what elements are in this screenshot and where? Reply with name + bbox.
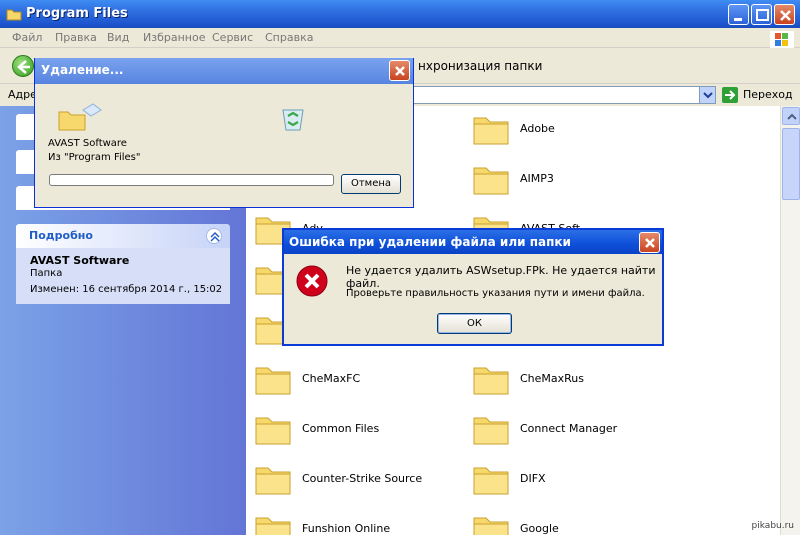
go-arrow-icon[interactable] [722,87,738,103]
back-arrow-icon[interactable] [12,55,34,77]
details-title: Подробно [29,229,93,242]
folder-name: CheMaxFC [302,372,361,385]
close-icon[interactable] [389,60,410,81]
delete-dialog-titlebar[interactable]: Удаление... [35,58,413,84]
menu-bar: Файл Правка Вид Избранное Сервис Справка [0,28,800,50]
folder-icon [254,410,292,446]
cancel-button[interactable]: Отмена [341,174,401,194]
folder-name: Google [520,522,559,535]
folder-icon [254,510,292,535]
scroll-up-icon[interactable] [782,107,800,125]
details-item-modified: Изменен: 16 сентября 2014 г., 15:02 [30,284,223,295]
menu-edit[interactable]: Правка [55,31,97,44]
error-message: Не удается удалить ASWsetup.FPk. Не удае… [346,264,656,290]
error-dialog-titlebar[interactable]: Ошибка при удалении файла или папки [284,230,662,254]
folder-name: Adobe [520,122,555,135]
folder-icon [472,510,510,535]
folder-sync-button[interactable]: нхронизация папки [418,59,542,73]
folder-name: Connect Manager [520,422,618,435]
folder-icon [472,410,510,446]
error-hint: Проверьте правильность указания пути и и… [346,288,645,299]
maximize-button[interactable] [751,4,772,25]
delete-progress-bar [49,174,334,186]
folder-icon [254,360,292,396]
chevron-down-icon[interactable] [699,87,715,103]
folder-name: Common Files [302,422,380,435]
folder-name: AIMP3 [520,172,554,185]
delete-dialog-title: Удаление... [41,63,124,77]
details-header[interactable]: Подробно [16,224,230,248]
error-dialog-title: Ошибка при удалении файла или папки [289,235,571,249]
close-icon[interactable] [639,232,660,253]
folder-name: Funshion Online [302,522,391,535]
collapse-chevron-icon[interactable] [206,228,222,244]
menu-view[interactable]: Вид [107,31,129,44]
ok-button[interactable]: ОК [437,313,512,334]
minimize-button[interactable] [728,4,749,25]
watermark: pikabu.ru [751,521,794,531]
close-button[interactable] [774,4,795,25]
menu-help[interactable]: Справка [265,31,313,44]
menu-tools[interactable]: Сервис [212,31,253,44]
folder-name: Counter-Strike Source [302,472,423,485]
delete-progress-dialog: Удаление... AVAST Software Из "Program F… [34,58,414,208]
folder-icon [472,360,510,396]
folder-icon [6,7,22,24]
go-button[interactable]: Переход [743,88,793,101]
details-item-type: Папка [30,268,63,279]
address-label: Адре [8,88,37,101]
error-icon [295,264,329,301]
details-item-name: AVAST Software [30,254,130,267]
folder-name: CheMaxRus [520,372,585,385]
folder-icon [472,460,510,496]
menu-favorites[interactable]: Избранное [143,31,205,44]
folder-icon [472,110,510,146]
vertical-scrollbar[interactable] [780,106,800,535]
folder-icon [254,460,292,496]
error-dialog: Ошибка при удалении файла или папки Не у… [282,228,664,346]
folder-icon [472,160,510,196]
flying-folder-icon [57,102,107,135]
folder-name: DIFX [520,472,546,485]
scroll-thumb[interactable] [782,128,800,200]
deleting-item-name: AVAST Software [48,138,127,149]
details-panel: AVAST Software Папка Изменен: 16 сентябр… [16,248,230,304]
deleting-from: Из "Program Files" [48,152,141,163]
menu-file[interactable]: Файл [12,31,42,44]
window-titlebar[interactable]: Program Files [0,0,800,28]
window-title: Program Files [26,6,128,21]
recycle-bin-icon [279,104,307,135]
